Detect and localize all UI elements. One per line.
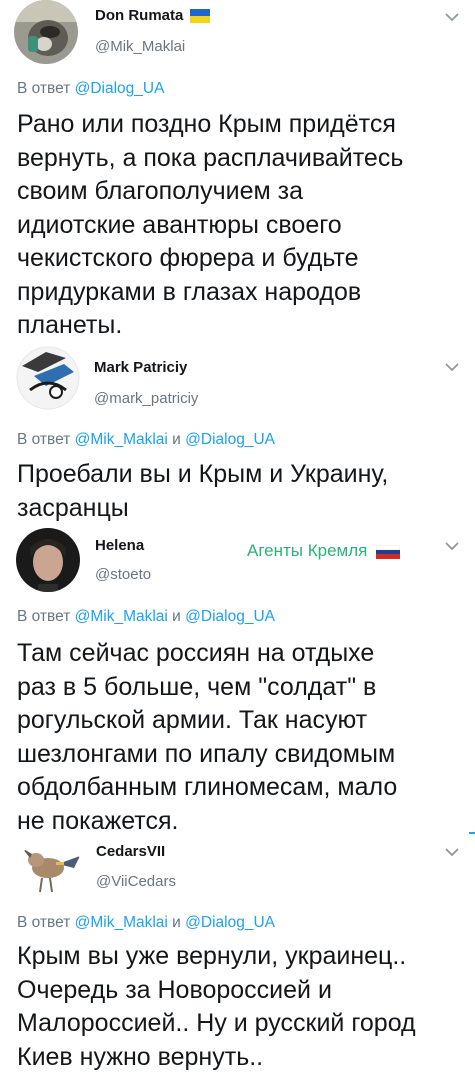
mention-link[interactable]: @Dialog_UA <box>75 80 165 97</box>
username[interactable]: @ViiCedars <box>96 873 176 890</box>
display-name[interactable]: Don Rumata <box>95 7 210 24</box>
tweet-text: Крым вы уже вернули, украинец.. Очередь … <box>17 942 416 1071</box>
username[interactable]: @stoeto <box>95 566 151 583</box>
display-name[interactable]: Helena <box>95 537 144 554</box>
tweet[interactable]: Don Rumata @Mik_Maklai В ответ @Dialog_U… <box>0 0 475 350</box>
reply-context: В ответ @Mik_Maklai и @Dialog_UA <box>17 431 275 448</box>
avatar[interactable] <box>16 528 80 592</box>
tweet-text: Проебали вы и Крым и Украину, засранцы <box>17 460 389 522</box>
mention-link[interactable]: @Dialog_UA <box>185 431 275 448</box>
tweet-text: Там сейчас россиян на отдыхе раз в 5 бол… <box>17 639 398 835</box>
chevron-down-icon[interactable] <box>442 10 462 24</box>
username[interactable]: @mark_patriciy <box>94 390 198 407</box>
display-name[interactable]: Mark Patriciy <box>94 359 187 376</box>
mention-link[interactable]: @Mik_Maklai <box>75 608 168 625</box>
tweet[interactable]: Mark Patriciy @mark_patriciy В ответ @Mi… <box>0 346 475 526</box>
mention-link[interactable]: @Mik_Maklai <box>75 914 168 931</box>
reply-context: В ответ @Mik_Maklai и @Dialog_UA <box>17 914 275 931</box>
reply-context: В ответ @Dialog_UA <box>17 80 165 97</box>
annotation-label: Агенты Кремля <box>247 541 401 561</box>
avatar[interactable] <box>16 346 80 410</box>
avatar[interactable] <box>14 0 78 64</box>
tweet-text: Рано или поздно Крым придётся вернуть, а… <box>17 110 404 339</box>
ukraine-flag-icon <box>189 9 210 24</box>
tweet[interactable]: Helena @stoeto Агенты Кремля В ответ @Mi… <box>0 526 475 841</box>
reply-context: В ответ @Mik_Maklai и @Dialog_UA <box>17 608 275 625</box>
avatar[interactable] <box>18 838 82 902</box>
username[interactable]: @Mik_Maklai <box>95 38 185 55</box>
chevron-down-icon[interactable] <box>442 845 462 859</box>
chevron-down-icon[interactable] <box>442 539 462 553</box>
mention-link[interactable]: @Dialog_UA <box>185 914 275 931</box>
tweet[interactable]: CedarsVII @ViiCedars В ответ @Mik_Maklai… <box>0 836 475 1080</box>
mention-link[interactable]: @Dialog_UA <box>185 608 275 625</box>
display-name[interactable]: CedarsVII <box>96 843 165 860</box>
scroll-marker <box>469 832 475 834</box>
chevron-down-icon[interactable] <box>442 360 462 374</box>
mention-link[interactable]: @Mik_Maklai <box>75 431 168 448</box>
russia-flag-icon <box>376 544 401 559</box>
